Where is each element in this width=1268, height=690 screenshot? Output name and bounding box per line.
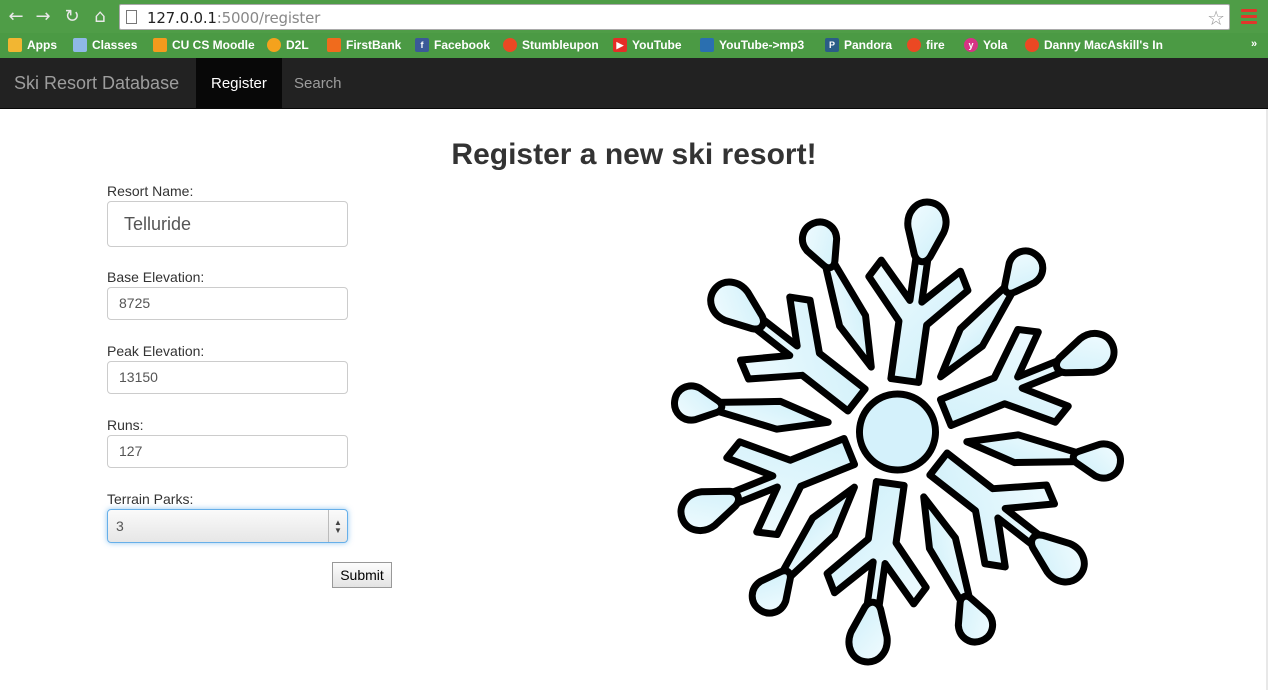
- bookmark-facebook[interactable]: f Facebook: [415, 37, 490, 53]
- d2l-icon: [267, 38, 281, 52]
- folder-icon: [73, 38, 87, 52]
- submit-button[interactable]: Submit: [332, 562, 392, 588]
- bookmark-yola[interactable]: y Yola: [964, 37, 1007, 53]
- bookmark-apps[interactable]: Apps: [8, 37, 57, 53]
- stumbleupon-icon: [1025, 38, 1039, 52]
- terrain-parks-value: 3: [116, 518, 124, 534]
- bookmark-classes[interactable]: Classes: [73, 37, 137, 53]
- bookmark-youtube-mp3[interactable]: YouTube->mp3: [700, 37, 804, 53]
- bookmark-moodle[interactable]: CU CS Moodle: [153, 37, 255, 53]
- bookmark-d2l[interactable]: D2L: [267, 37, 309, 53]
- terrain-parks-select[interactable]: 3 ▲ ▼: [107, 509, 348, 543]
- home-icon[interactable]: ⌂: [89, 6, 111, 28]
- bookmarks-overflow-icon[interactable]: »: [1251, 38, 1257, 50]
- youtube-mp3-icon: [700, 38, 714, 52]
- bookmarks-bar: Apps Classes CU CS Moodle D2L FirstBank …: [0, 33, 1268, 58]
- bookmark-youtube[interactable]: ▶ YouTube: [613, 37, 682, 53]
- stumbleupon-icon: [503, 38, 517, 52]
- bookmark-firstbank[interactable]: FirstBank: [327, 37, 401, 53]
- page-icon: [126, 10, 137, 24]
- moodle-icon: [153, 38, 167, 52]
- select-arrows-icon: ▲ ▼: [328, 510, 347, 542]
- yola-icon: y: [964, 38, 978, 52]
- runs-input[interactable]: 127: [107, 435, 348, 468]
- address-bar[interactable]: 127.0.0.1:5000/register ☆: [119, 4, 1230, 30]
- apps-icon: [8, 38, 22, 52]
- peak-elevation-label: Peak Elevation:: [107, 343, 205, 359]
- resort-name-label: Resort Name:: [107, 183, 194, 199]
- bookmark-fire[interactable]: fire: [907, 37, 945, 53]
- pandora-icon: P: [825, 38, 839, 52]
- back-icon[interactable]: ←: [5, 6, 27, 28]
- navbar-brand[interactable]: Ski Resort Database: [14, 73, 179, 94]
- facebook-icon: f: [415, 38, 429, 52]
- forward-icon[interactable]: →: [32, 6, 54, 28]
- nav-search[interactable]: Search: [279, 58, 357, 109]
- reload-icon[interactable]: ↻: [61, 6, 83, 28]
- bookmark-pandora[interactable]: P Pandora: [825, 37, 892, 53]
- page-title: Register a new ski resort!: [451, 138, 817, 171]
- browser-toolbar: ← → ↻ ⌂ 127.0.0.1:5000/register ☆: [0, 0, 1268, 33]
- terrain-parks-label: Terrain Parks:: [107, 491, 194, 507]
- runs-label: Runs:: [107, 417, 144, 433]
- firstbank-icon: [327, 38, 341, 52]
- bookmark-danny[interactable]: Danny MacAskill's In: [1025, 37, 1163, 53]
- nav-register[interactable]: Register: [196, 58, 282, 109]
- peak-elevation-input[interactable]: 13150: [107, 361, 348, 394]
- base-elevation-label: Base Elevation:: [107, 269, 205, 285]
- base-elevation-input[interactable]: 8725: [107, 287, 348, 320]
- bookmark-stumbleupon[interactable]: Stumbleupon: [503, 37, 599, 53]
- navbar: Ski Resort Database Register Search: [0, 58, 1268, 109]
- stumbleupon-icon: [907, 38, 921, 52]
- url-text: 127.0.0.1:5000/register: [147, 9, 321, 27]
- browser-chrome: ← → ↻ ⌂ 127.0.0.1:5000/register ☆ Apps C…: [0, 0, 1268, 58]
- resort-name-input[interactable]: Telluride: [107, 201, 348, 247]
- bookmark-star-icon[interactable]: ☆: [1207, 6, 1225, 30]
- chrome-menu-icon[interactable]: [1241, 9, 1257, 25]
- snowflake-image: [645, 182, 1150, 682]
- youtube-icon: ▶: [613, 38, 627, 52]
